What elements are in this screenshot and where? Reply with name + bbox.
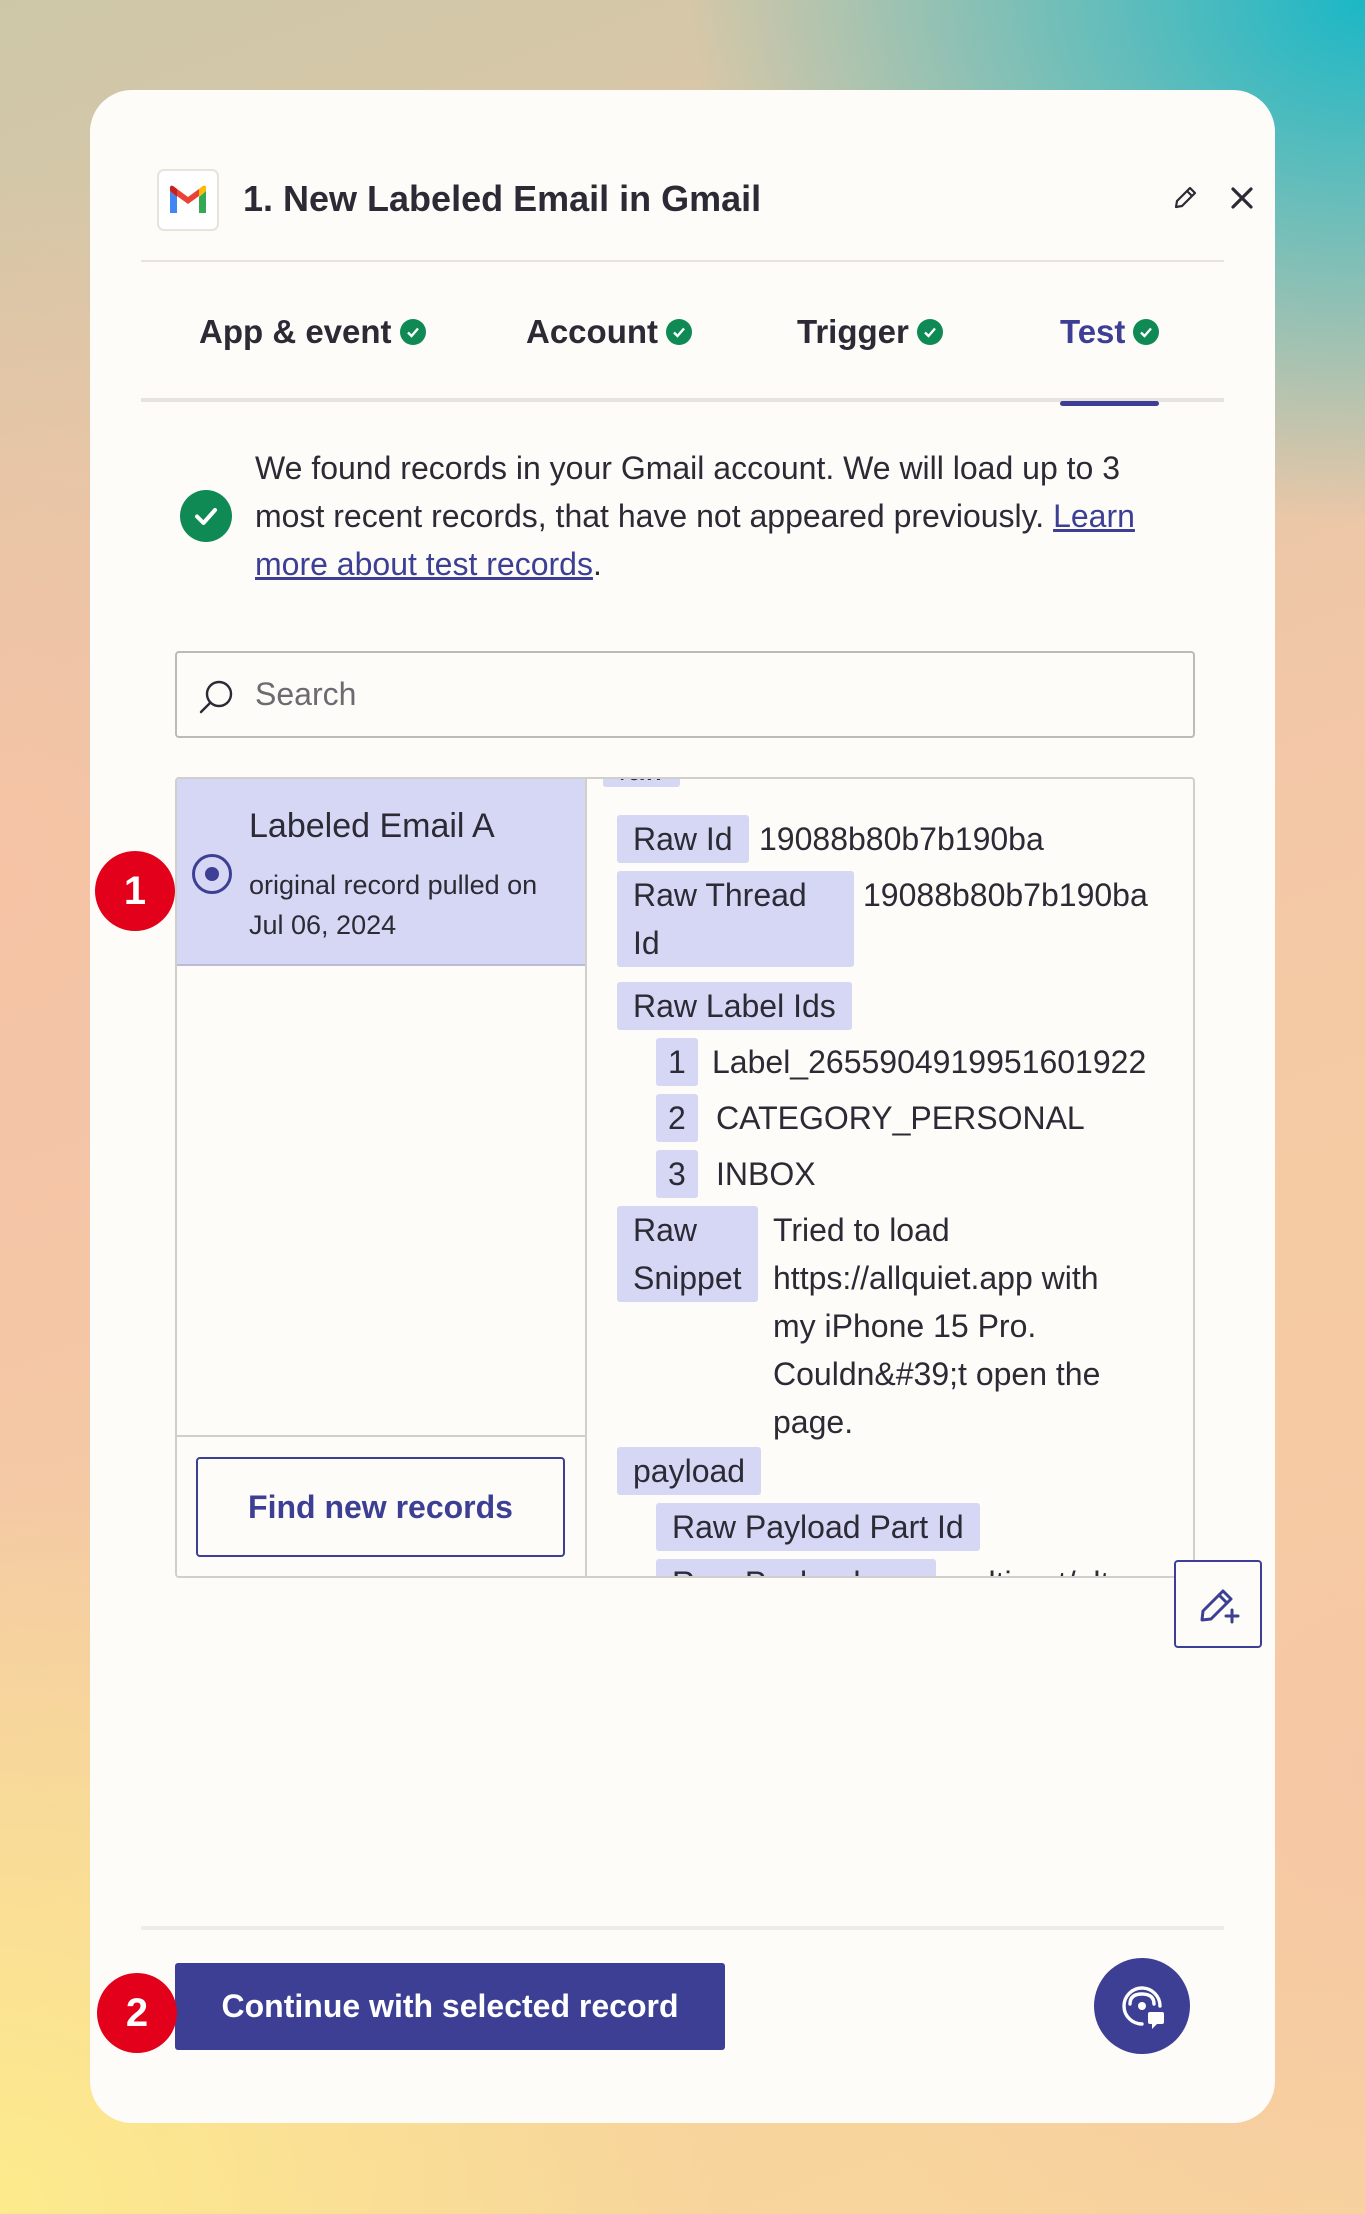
step-tabs: App & event Account Trigger Test xyxy=(141,262,1224,406)
search-box xyxy=(175,651,1195,738)
field-key: Raw Snippet xyxy=(617,1206,758,1302)
check-circle-icon xyxy=(916,319,943,345)
field-key-line: Snippet xyxy=(633,1260,742,1296)
record-title: Labeled Email A xyxy=(249,807,495,845)
field-value: multipart/alterna xyxy=(944,1559,1173,1576)
field-key: Raw Label Ids xyxy=(617,982,852,1030)
success-check-icon xyxy=(180,490,232,542)
check-circle-icon xyxy=(666,319,692,345)
find-new-records-button[interactable]: Find new records xyxy=(196,1457,565,1557)
list-index: 1 xyxy=(656,1038,698,1086)
tab-label: App & event xyxy=(199,313,392,350)
edit-plus-icon xyxy=(1174,1560,1262,1648)
radio-selected-icon[interactable] xyxy=(192,854,232,894)
continue-button[interactable]: Continue with selected record xyxy=(175,1963,725,2050)
check-circle-icon xyxy=(1133,319,1160,345)
record-item[interactable]: Labeled Email A original record pulled o… xyxy=(177,779,585,966)
record-detail: raw Raw Id 19088b80b7b190ba Raw Thread I… xyxy=(589,779,1193,1576)
field-key-line: Id xyxy=(633,925,660,961)
gmail-logo-icon xyxy=(157,169,219,231)
pencil-icon[interactable] xyxy=(1170,183,1200,213)
tab-trigger[interactable]: Trigger xyxy=(797,262,943,402)
field-key: Raw Id xyxy=(617,815,749,863)
annotation-badge: 2 xyxy=(97,1973,177,2053)
snippet-line: my iPhone 15 Pro. xyxy=(773,1308,1037,1344)
records-notice: We found records in your Gmail account. … xyxy=(255,444,1185,588)
tab-app-event[interactable]: App & event xyxy=(199,262,426,402)
search-input[interactable] xyxy=(255,653,1175,736)
field-key: payload xyxy=(617,1447,762,1495)
field-value: 19088b80b7b190ba xyxy=(863,877,1148,913)
list-index: 3 xyxy=(656,1150,698,1198)
tab-label: Test xyxy=(1060,313,1126,350)
tab-label: Trigger xyxy=(797,313,909,350)
notice-text: We found records in your Gmail account. … xyxy=(255,450,1121,534)
field-key-line: Raw xyxy=(633,1212,698,1248)
tab-label: Account xyxy=(526,313,658,350)
notice-end: . xyxy=(592,546,602,582)
list-value: INBOX xyxy=(716,1156,816,1192)
tab-test[interactable]: Test xyxy=(1060,262,1160,406)
close-icon[interactable] xyxy=(1226,182,1258,214)
search-icon xyxy=(199,680,233,714)
support-chat-icon[interactable] xyxy=(1094,1958,1190,2054)
list-value: CATEGORY_PERSONAL xyxy=(716,1100,1085,1136)
snippet-line: page. xyxy=(773,1404,854,1440)
field-key: Raw Payload Part Id xyxy=(656,1503,980,1551)
field-key: Raw Payload xyxy=(656,1559,936,1576)
record-list: Labeled Email A original record pulled o… xyxy=(177,779,587,1576)
find-records-area: Find new records xyxy=(177,1435,585,1576)
list-value: Label_2655904919951601922 xyxy=(712,1044,1147,1080)
field-value: Tried to load https://allquiet.app with … xyxy=(773,1206,1100,1446)
records-panel: Labeled Email A original record pulled o… xyxy=(175,777,1195,1578)
page-title: 1. New Labeled Email in Gmail xyxy=(243,178,762,219)
snippet-line: https://allquiet.app with xyxy=(773,1260,1099,1296)
snippet-line: Tried to load xyxy=(773,1212,950,1248)
field-value: 19088b80b7b190ba xyxy=(759,821,1044,857)
record-subtitle: original record pulled on Jul 06, 2024 xyxy=(249,870,538,940)
list-index: 2 xyxy=(656,1094,698,1142)
edit-record-button[interactable] xyxy=(1174,1560,1262,1648)
section-key-raw: raw xyxy=(603,779,681,787)
check-circle-icon xyxy=(399,319,426,345)
annotation-badge: 1 xyxy=(95,851,175,931)
field-key: Raw Thread Id xyxy=(617,871,854,967)
modal-header: 1. New Labeled Email in Gmail xyxy=(141,90,1253,262)
field-key-line: Raw Thread xyxy=(633,877,807,913)
modal: 1. New Labeled Email in Gmail App & even… xyxy=(90,90,1275,2123)
tab-account[interactable]: Account xyxy=(526,262,692,402)
snippet-line: Couldn&#39;t open the xyxy=(773,1356,1101,1392)
